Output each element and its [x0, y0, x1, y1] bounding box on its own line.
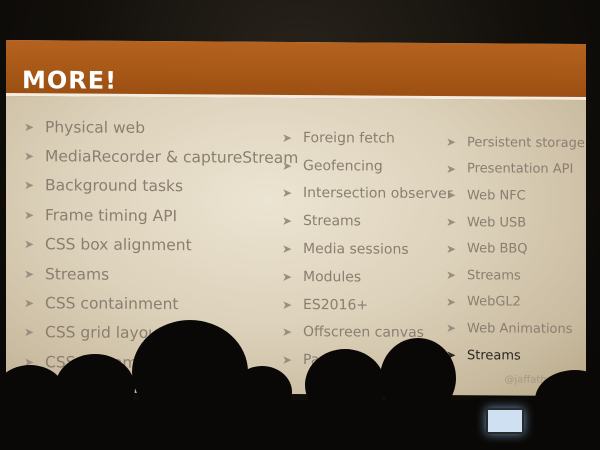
slide-list-item: ➤ Web Animations — [446, 315, 585, 343]
arrow-bullet-icon: ➤ — [446, 188, 457, 203]
laptop-screen-glow — [486, 408, 524, 434]
arrow-bullet-icon: ➤ — [282, 186, 293, 201]
slide-list-item-label: Offscreen canvas — [303, 324, 424, 342]
arrow-bullet-icon: ➤ — [282, 130, 293, 145]
arrow-bullet-icon: ➤ — [446, 161, 457, 177]
arrow-bullet-icon: ➤ — [24, 296, 35, 311]
slide-title-bar: MORE! — [6, 39, 586, 101]
arrow-bullet-icon: ➤ — [24, 325, 35, 340]
slide-list-item-label: Background tasks — [45, 176, 184, 196]
slide-list-item-label: Presentation API — [467, 161, 574, 178]
slide-list-item-label: CSS containment — [45, 294, 179, 314]
slide-list-item: ➤ Physical web — [24, 112, 298, 143]
title-divider — [6, 92, 586, 101]
slide-list-item-label: Payments — [303, 352, 372, 369]
slide-column-1: ➤ Physical web ➤ MediaRecorder & captureStr… — [24, 112, 298, 378]
twitter-handle: @jaffathecake — [504, 374, 576, 386]
arrow-bullet-icon: ➤ — [446, 321, 457, 336]
arrow-bullet-icon: ➤ — [282, 158, 293, 173]
arrow-bullet-icon: ➤ — [24, 237, 35, 252]
slide-list-item: ➤ Geofencing — [282, 152, 453, 181]
arrow-bullet-icon: ➤ — [282, 325, 293, 340]
arrow-bullet-icon: ➤ — [446, 215, 457, 230]
arrow-bullet-icon: ➤ — [24, 266, 35, 281]
slide-list-item: ➤ Background tasks — [24, 171, 298, 202]
slide-list-item-label: Media sessions — [303, 241, 409, 258]
slide-list-item-label: Modules — [303, 268, 362, 286]
slide-list-item-label: Streams — [45, 264, 110, 284]
slide-list-item-label: CSS box alignment — [45, 235, 192, 255]
slide-list-item: ➤ Presentation API — [446, 156, 585, 184]
slide-list-item-label: CSS custom — [45, 353, 138, 372]
slide-list-item-label: CSS grid layout — [45, 323, 165, 343]
slide-list-item: ➤ Payments — [282, 346, 453, 375]
slide-list-item: ➤ MediaRecorder & captureStream — [24, 141, 298, 172]
arrow-bullet-icon: ➤ — [282, 353, 293, 368]
slide-list-item-label: Web BBQ — [467, 241, 528, 257]
slide-list-item-label: Web Animations — [467, 321, 573, 337]
slide-list-item: ➤ Web BBQ — [446, 235, 585, 263]
slide-list-item: ➤ Offscreen canvas — [282, 318, 453, 347]
slide-list-item-label: ES2016+ — [303, 296, 369, 314]
slide-list-item: ➤ Intersection observer — [282, 179, 453, 208]
slide-list-item-label: Streams — [467, 347, 521, 364]
slide-list-item-label: Web NFC — [467, 188, 526, 204]
slide-list-item-label: WebGL2 — [467, 294, 521, 310]
arrow-bullet-icon: ➤ — [282, 297, 293, 312]
arrow-bullet-icon: ➤ — [24, 207, 35, 223]
slide-list-item: ➤ Persistent storage — [446, 129, 585, 157]
slide-list-item-label: MediaRecorder & captureStream — [45, 147, 299, 168]
slide-list-item: ➤ WebGL2 — [446, 289, 585, 317]
slide-list-item-label: Geofencing — [303, 157, 383, 175]
arrow-bullet-icon: ➤ — [446, 135, 457, 150]
arrow-bullet-icon: ➤ — [282, 269, 293, 284]
slide-list-item: ➤ Streams — [446, 262, 585, 290]
slide-list-item-label: Web USB — [467, 214, 527, 231]
arrow-bullet-icon: ➤ — [24, 149, 35, 164]
slide-list-item: ➤ Foreign fetch — [282, 124, 453, 153]
slide-list-item-label: Persistent storage — [467, 134, 585, 151]
slide-list-item-label: Foreign fetch — [303, 129, 395, 147]
arrow-bullet-icon: ➤ — [24, 354, 35, 369]
slide-list-item: ➤ Web USB — [446, 209, 585, 237]
arrow-bullet-icon: ➤ — [282, 241, 293, 257]
slide-list-item-label: Streams — [467, 267, 521, 284]
arrow-bullet-icon: ➤ — [282, 214, 293, 229]
slide-list-item: ➤ Streams — [282, 207, 453, 236]
slide-list-item: ➤ CSS box alignment — [24, 230, 298, 261]
slide-list-item: ➤ ES2016+ — [282, 291, 453, 320]
slide-list-item: ➤ CSS containment — [24, 288, 298, 319]
slide-list-item: ➤ Media sessions — [282, 235, 453, 264]
arrow-bullet-icon: ➤ — [446, 241, 457, 256]
slide-list-item: ➤ Streams — [24, 259, 298, 290]
slide-list-item-label: Frame timing API — [45, 206, 178, 226]
arrow-bullet-icon: ➤ — [446, 348, 457, 363]
slide-list-item: ➤ Frame timing API — [24, 200, 298, 231]
slide-list-item: ➤ CSS grid layout — [24, 318, 298, 349]
slide-list-item: ➤ Modules — [282, 263, 453, 292]
arrow-bullet-icon: ➤ — [446, 268, 457, 283]
projection-screen: MORE! ➤ Physical web ➤ MediaRecorder & capt… — [6, 39, 586, 397]
slide-list-item: ➤ Streams — [446, 342, 585, 370]
slide-list-item: ➤ CSS custom — [24, 347, 298, 378]
slide-list-item-label: Intersection observer — [303, 185, 453, 203]
slide-list-item-label: Physical web — [45, 117, 146, 137]
slide-list-item: ➤ Web NFC — [446, 182, 585, 210]
slide-column-3: ➤ Persistent storage ➤ Presentation API ➤ Web… — [446, 129, 585, 369]
slide-column-2: ➤ Foreign fetch ➤ Geofencing ➤ Intersection o… — [282, 124, 453, 375]
arrow-bullet-icon: ➤ — [24, 119, 35, 134]
slide-list-item-label: Streams — [303, 213, 361, 230]
arrow-bullet-icon: ➤ — [24, 178, 35, 193]
slide-title: MORE! — [22, 66, 118, 95]
arrow-bullet-icon: ➤ — [446, 294, 457, 309]
